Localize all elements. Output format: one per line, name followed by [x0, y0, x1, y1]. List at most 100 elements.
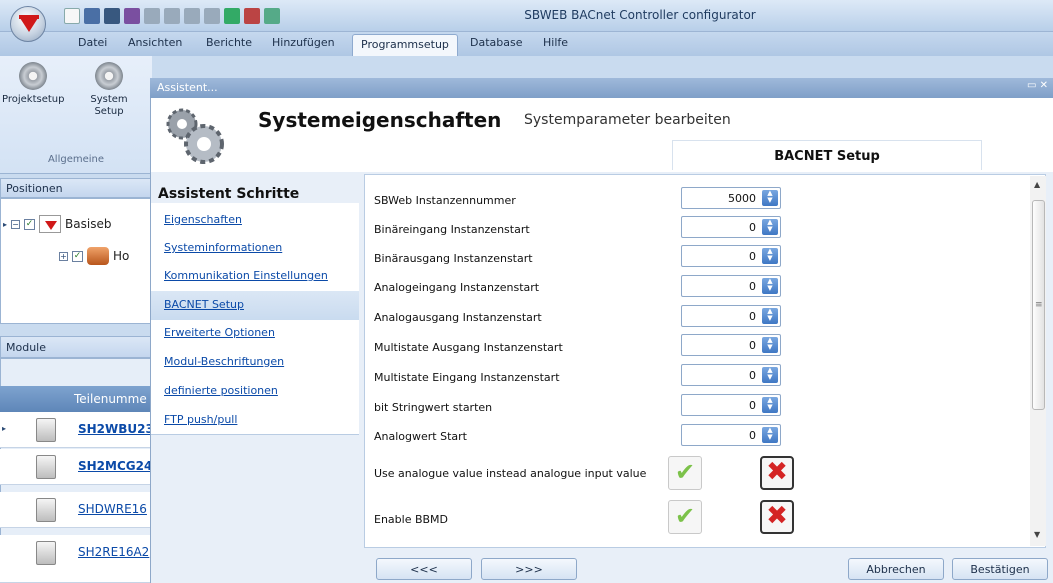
- bitstring-start-spinner[interactable]: 0 ▲ ▼: [681, 394, 781, 416]
- step-modul-beschriftungen[interactable]: Modul-Beschriftungen: [164, 355, 284, 368]
- gear-icon: [95, 62, 123, 90]
- field-label: Binäreingang Instanzenstart: [374, 223, 530, 236]
- tree-node-label: Basiseb: [65, 217, 112, 231]
- field-label: Multistate Ausgang Instanzenstart: [374, 341, 563, 354]
- field-label: bit Stringwert starten: [374, 401, 493, 414]
- cancel-button[interactable]: Abbrechen: [848, 558, 944, 580]
- new-icon[interactable]: [64, 8, 80, 24]
- gears-icon: [166, 108, 224, 164]
- arrow-left-icon[interactable]: [164, 8, 180, 24]
- spinner-value: 0: [749, 221, 756, 234]
- column-header-spacer: [0, 386, 22, 412]
- wizard-window-controls[interactable]: ▭ ✕: [1024, 80, 1048, 94]
- scroll-up-icon[interactable]: ▲: [1034, 180, 1040, 189]
- spin-arrows-icon[interactable]: ▲ ▼: [762, 397, 778, 413]
- binary-output-start-spinner[interactable]: 0 ▲ ▼: [681, 245, 781, 267]
- export-icon[interactable]: [264, 8, 280, 24]
- positions-header: Positionen: [0, 178, 152, 198]
- positions-tree: ▸ − ✓ Basiseb + ✓ Ho: [0, 198, 152, 324]
- ribbon-panel: Projektsetup System Setup Allgemeine: [0, 56, 152, 174]
- analog-output-start-spinner[interactable]: 0 ▲ ▼: [681, 305, 781, 327]
- tree-icon[interactable]: [184, 8, 200, 24]
- wizard-steps-title: Assistent Schritte: [158, 186, 300, 202]
- field-label: Binärausgang Instanzenstart: [374, 252, 533, 265]
- arrow-right-icon[interactable]: [144, 8, 160, 24]
- analog-value-start-spinner[interactable]: 0 ▲ ▼: [681, 424, 781, 446]
- menu-hinzufuegen[interactable]: Hinzufügen: [272, 36, 335, 49]
- tree-node-ho[interactable]: + ✓ Ho: [59, 245, 129, 267]
- menu-database[interactable]: Database: [470, 36, 523, 49]
- checkbox[interactable]: ✓: [24, 218, 36, 230]
- spin-arrows-icon[interactable]: ▲ ▼: [762, 219, 778, 235]
- spin-arrows-icon[interactable]: ▲ ▼: [762, 308, 778, 324]
- cross-icon[interactable]: ✖: [760, 456, 794, 490]
- sbweb-instance-spinner[interactable]: 5000 ▲ ▼: [681, 187, 781, 209]
- step-ftp-push-pull[interactable]: FTP push/pull: [164, 413, 237, 426]
- spinner-value: 0: [749, 310, 756, 323]
- toggle-label: Enable BBMD: [374, 513, 449, 526]
- projektsetup-button[interactable]: Projektsetup: [2, 62, 64, 106]
- spinner-value: 5000: [728, 192, 756, 205]
- tab-bacnet-setup[interactable]: BACNET Setup: [672, 140, 982, 170]
- table-row[interactable]: SHDWRE16: [0, 492, 152, 528]
- step-definierte-positionen[interactable]: definierte positionen: [164, 384, 278, 397]
- brand-logo-icon: [39, 215, 62, 233]
- spin-arrows-icon[interactable]: ▲ ▼: [762, 248, 778, 264]
- spinner-value: 0: [749, 399, 756, 412]
- collapse-icon[interactable]: −: [11, 219, 21, 229]
- menu-hilfe[interactable]: Hilfe: [543, 36, 568, 49]
- ribbon-group-label: Allgemeine: [47, 154, 105, 165]
- table-row[interactable]: SH2MCG24: [0, 449, 152, 485]
- step-erweiterte-optionen[interactable]: Erweiterte Optionen: [164, 326, 275, 339]
- table-row[interactable]: ▸ SH2WBU23: [0, 412, 152, 448]
- menu-ansichten[interactable]: Ansichten: [128, 36, 182, 49]
- module-thumbnail-icon: [36, 498, 56, 522]
- scroll-down-icon[interactable]: ▼: [1034, 530, 1040, 539]
- spin-arrows-icon[interactable]: ▲ ▼: [762, 190, 778, 206]
- binary-input-start-spinner[interactable]: 0 ▲ ▼: [681, 216, 781, 238]
- spin-arrows-icon[interactable]: ▲ ▼: [762, 337, 778, 353]
- antenna-icon[interactable]: [204, 8, 220, 24]
- checkmark-icon[interactable]: ✔: [668, 456, 702, 490]
- menu-berichte[interactable]: Berichte: [206, 36, 252, 49]
- menu-programmsetup[interactable]: Programmsetup: [352, 34, 458, 56]
- modules-header: Module: [0, 336, 152, 358]
- open-icon[interactable]: [84, 8, 100, 24]
- step-eigenschaften[interactable]: Eigenschaften: [164, 213, 242, 226]
- module-thumbnail-icon: [36, 455, 56, 479]
- edit-icon[interactable]: [124, 8, 140, 24]
- cross-icon[interactable]: ✖: [760, 500, 794, 534]
- spin-arrows-icon[interactable]: ▲ ▼: [762, 278, 778, 294]
- quick-access-toolbar: [64, 5, 280, 27]
- system-setup-label: System Setup: [90, 94, 128, 117]
- multistate-input-start-spinner[interactable]: 0 ▲ ▼: [681, 364, 781, 386]
- network-icon[interactable]: [224, 8, 240, 24]
- menu-datei[interactable]: Datei: [78, 36, 107, 49]
- tree-node-label: Ho: [113, 249, 130, 263]
- projektsetup-label: Projektsetup: [2, 94, 65, 105]
- checkmark-icon[interactable]: ✔: [668, 500, 702, 534]
- module-icon[interactable]: [244, 8, 260, 24]
- spinner-value: 0: [749, 429, 756, 442]
- spin-arrows-icon[interactable]: ▲ ▼: [762, 427, 778, 443]
- table-row[interactable]: SH2RE16A2: [0, 535, 152, 583]
- spin-arrows-icon[interactable]: ▲ ▼: [762, 367, 778, 383]
- app-menu-orb[interactable]: [10, 6, 46, 42]
- spinner-value: 0: [749, 339, 756, 352]
- previous-button[interactable]: <<<: [376, 558, 472, 580]
- step-kommunikation[interactable]: Kommunikation Einstellungen: [164, 269, 328, 282]
- expand-icon[interactable]: +: [59, 251, 68, 261]
- column-header-partnumber[interactable]: Teilenumme: [22, 386, 152, 412]
- tree-node-basis[interactable]: ▸ − ✓ Basiseb: [3, 213, 111, 235]
- save-icon[interactable]: [104, 8, 120, 24]
- analog-input-start-spinner[interactable]: 0 ▲ ▼: [681, 275, 781, 297]
- grip-icon: ≡: [1035, 300, 1043, 310]
- confirm-button[interactable]: Bestätigen: [952, 558, 1048, 580]
- next-button[interactable]: >>>: [481, 558, 577, 580]
- step-systeminformationen[interactable]: Systeminformationen: [164, 241, 282, 254]
- step-bacnet-setup[interactable]: BACNET Setup: [164, 298, 244, 311]
- system-setup-button[interactable]: System Setup: [78, 62, 140, 118]
- toggle-label: Use analogue value instead analogue inpu…: [374, 467, 647, 480]
- multistate-output-start-spinner[interactable]: 0 ▲ ▼: [681, 334, 781, 356]
- checkbox[interactable]: ✓: [72, 250, 83, 262]
